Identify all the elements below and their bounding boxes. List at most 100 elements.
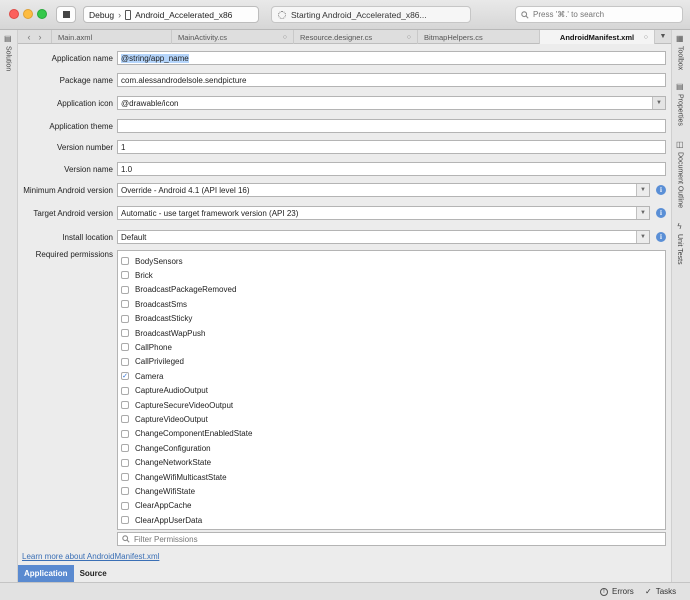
search-box[interactable]: [515, 6, 683, 23]
install-location-dropdown[interactable]: Default ▼: [117, 230, 650, 244]
tasks-button[interactable]: ✓ Tasks: [645, 587, 676, 596]
permission-item[interactable]: BroadcastPackageRemoved: [121, 283, 236, 297]
tab-list-menu-button[interactable]: ▼: [655, 30, 671, 43]
tab-label: AndroidManifest.xml: [559, 32, 635, 42]
version-number-field[interactable]: 1: [117, 140, 666, 154]
minimum-android-dropdown[interactable]: Override - Android 4.1 (API level 16) ▼: [117, 183, 650, 197]
tab-androidmanifest-xml[interactable]: AndroidManifest.xml ○: [540, 30, 655, 44]
minimize-window-button[interactable]: [23, 9, 33, 19]
learn-more-link[interactable]: Learn more about AndroidManifest.xml: [22, 552, 159, 561]
permission-label: BroadcastSticky: [135, 314, 193, 324]
solution-pad-button[interactable]: ▤ Solution: [4, 34, 12, 71]
permission-item[interactable]: BroadcastWapPush: [121, 326, 205, 340]
close-window-button[interactable]: [9, 9, 19, 19]
permission-checkbox[interactable]: [121, 444, 129, 453]
permission-checkbox[interactable]: [121, 271, 129, 280]
permission-checkbox[interactable]: [121, 487, 129, 496]
permission-label: ChangeNetworkState: [135, 458, 212, 468]
toolbox-label: Toolbox: [676, 46, 684, 71]
stop-button[interactable]: [56, 6, 76, 23]
chevron-right-icon[interactable]: ›: [39, 32, 42, 42]
permission-item[interactable]: ClearAppCache: [121, 499, 191, 513]
permission-checkbox[interactable]: [121, 501, 129, 510]
permission-checkbox[interactable]: [121, 458, 129, 467]
tab-mainactivity-cs[interactable]: MainActivity.cs ○: [172, 30, 294, 44]
chevron-down-icon[interactable]: ▼: [636, 231, 649, 243]
filter-permissions-input[interactable]: [134, 534, 534, 544]
permission-item[interactable]: BroadcastSms: [121, 297, 187, 311]
device-label[interactable]: Android_Accelerated_x86: [135, 10, 232, 20]
permission-checkbox[interactable]: [121, 516, 129, 525]
unit-tests-pad-button[interactable]: ϟ Unit Tests: [676, 222, 683, 265]
close-tab-icon[interactable]: ○: [644, 34, 648, 41]
permission-checkbox[interactable]: [121, 343, 129, 352]
permission-item[interactable]: CaptureVideoOutput: [121, 412, 208, 426]
permission-checkbox[interactable]: [121, 314, 129, 323]
permission-label: Camera: [135, 371, 164, 381]
target-android-row: Target Android version Automatic - use t…: [18, 206, 671, 221]
tab-label: Resource.designer.cs: [300, 32, 373, 42]
application-icon-combo[interactable]: @drawable/icon ▼: [117, 96, 666, 110]
chevron-left-icon[interactable]: ‹: [28, 32, 31, 42]
permission-checkbox[interactable]: [121, 300, 129, 309]
permission-checkbox[interactable]: [121, 386, 129, 395]
tab-resource-designer-cs[interactable]: Resource.designer.cs ○: [294, 30, 418, 44]
permission-item[interactable]: ChangeNetworkState: [121, 456, 211, 470]
permission-item[interactable]: ChangeWifiState: [121, 484, 195, 498]
version-name-field[interactable]: 1.0: [117, 162, 666, 176]
permission-item[interactable]: ChangeComponentEnabledState: [121, 427, 252, 441]
permission-checkbox[interactable]: [121, 257, 129, 265]
info-icon[interactable]: i: [656, 208, 666, 218]
permission-item[interactable]: BodySensors: [121, 254, 183, 268]
permission-item[interactable]: BroadcastSticky: [121, 312, 192, 326]
target-android-value: Automatic - use target framework version…: [121, 209, 299, 218]
tab-bitmaphelpers-cs[interactable]: BitmapHelpers.cs: [418, 30, 540, 44]
permission-item[interactable]: CallPhone: [121, 340, 172, 354]
permission-item[interactable]: ✓ Camera: [121, 369, 163, 383]
chevron-down-icon[interactable]: ▼: [652, 97, 665, 109]
close-tab-icon[interactable]: ○: [283, 34, 287, 41]
permission-checkbox[interactable]: [121, 429, 129, 438]
permission-item[interactable]: CaptureSecureVideoOutput: [121, 398, 233, 412]
permission-checkbox[interactable]: [121, 329, 129, 337]
permission-item[interactable]: ChangeConfiguration: [121, 441, 211, 455]
chevron-down-icon[interactable]: ▼: [636, 184, 649, 196]
permission-checkbox[interactable]: [121, 285, 129, 294]
permission-item[interactable]: CallPrivileged: [121, 355, 184, 369]
permission-label: CaptureAudioOutput: [135, 386, 208, 396]
permission-label: ClearAppUserData: [135, 515, 203, 525]
tab-application[interactable]: Application: [18, 565, 74, 582]
info-icon[interactable]: i: [656, 232, 666, 242]
configuration-label[interactable]: Debug: [89, 10, 114, 20]
run-configuration-selector[interactable]: Debug › Android_Accelerated_x86: [83, 6, 259, 23]
permission-checkbox[interactable]: ✓: [121, 372, 129, 381]
tab-main-axml[interactable]: Main.axml: [52, 30, 172, 44]
properties-pad-button[interactable]: ▤ Properties: [676, 82, 684, 126]
search-icon: [122, 535, 130, 543]
permissions-list[interactable]: BodySensors Brick BroadcastPackageRemoved B…: [117, 250, 666, 530]
tab-source[interactable]: Source: [74, 565, 113, 582]
application-name-field[interactable]: @string/app_name: [117, 51, 666, 65]
info-icon[interactable]: i: [656, 185, 666, 195]
maximize-window-button[interactable]: [37, 9, 47, 19]
application-theme-field[interactable]: [117, 119, 666, 133]
filter-permissions-box[interactable]: [117, 532, 666, 546]
permission-item[interactable]: Brick: [121, 268, 153, 282]
editor-view-tabs: Application Source: [18, 565, 113, 582]
permission-item[interactable]: ClearAppUserData: [121, 513, 202, 527]
permission-checkbox[interactable]: [121, 401, 129, 409]
document-outline-pad-button[interactable]: ◫ Document Outline: [676, 140, 684, 208]
permission-item[interactable]: ChangeWifiMulticastState: [121, 470, 227, 484]
left-side-panel: ▤ Solution: [0, 30, 18, 582]
target-android-dropdown[interactable]: Automatic - use target framework version…: [117, 206, 650, 220]
package-name-field[interactable]: com.alessandrodelsole.sendpicture: [117, 73, 666, 87]
toolbox-pad-button[interactable]: ▦ Toolbox: [676, 34, 684, 70]
permission-checkbox[interactable]: [121, 473, 129, 481]
permission-item[interactable]: CaptureAudioOutput: [121, 384, 208, 398]
close-tab-icon[interactable]: ○: [407, 34, 411, 41]
search-input[interactable]: [533, 10, 673, 19]
permission-checkbox[interactable]: [121, 415, 129, 424]
chevron-down-icon[interactable]: ▼: [636, 207, 649, 219]
permission-checkbox[interactable]: [121, 357, 129, 366]
errors-button[interactable]: ! Errors: [600, 587, 634, 596]
